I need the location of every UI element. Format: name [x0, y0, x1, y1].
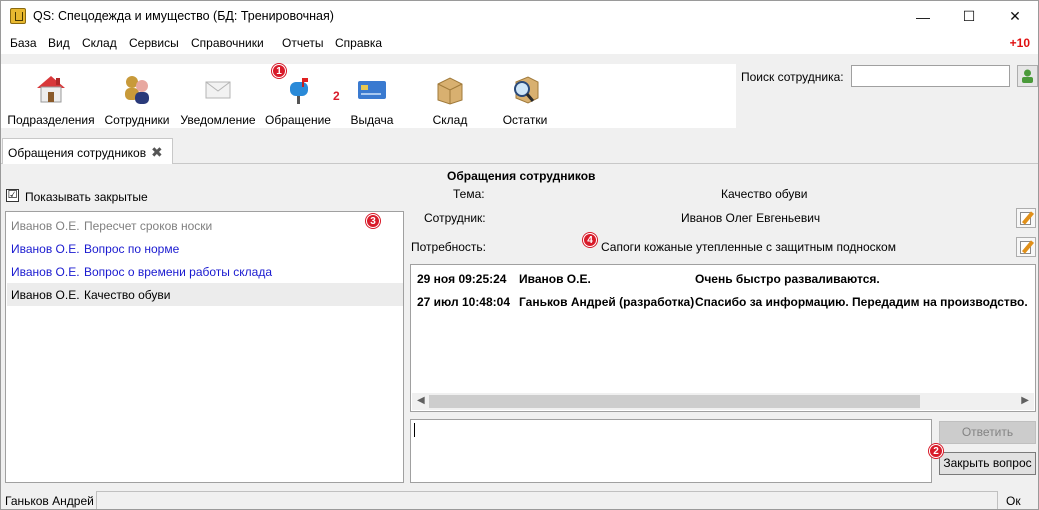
maximize-button[interactable]: ☐ — [946, 1, 992, 32]
employee-search-button[interactable] — [1017, 65, 1038, 87]
edit-employee-button[interactable] — [1016, 208, 1036, 228]
status-message-field — [96, 491, 998, 509]
menu-bar: База Вид Склад Сервисы Справочники Отчет… — [1, 32, 1038, 54]
list-item[interactable]: Иванов О.Е. Вопрос о времени работы скла… — [7, 260, 403, 283]
menu-warehouse[interactable]: Склад — [82, 36, 117, 50]
request-subject: Пересчет сроков носки — [84, 219, 213, 233]
message-author: Ганьков Андрей (разработка) — [519, 295, 695, 309]
show-closed-label: Показывать закрытые — [25, 190, 148, 204]
box-icon — [433, 72, 467, 106]
employee-search-label: Поиск сотрудника: — [741, 70, 844, 84]
title-bar: QS: Спецодежда и имущество (БД: Трениров… — [1, 1, 1038, 32]
employee-label: Сотрудник: — [424, 211, 486, 225]
home-icon — [34, 72, 68, 106]
toolbar-label: Склад — [432, 113, 468, 127]
reply-textarea[interactable] — [410, 419, 932, 483]
messages-list: 29 ноя 09:25:24 Иванов О.Е. Очень быстро… — [410, 264, 1036, 412]
menu-directories[interactable]: Справочники — [191, 36, 264, 50]
menu-view[interactable]: Вид — [48, 36, 70, 50]
topic-value: Качество обуви — [721, 187, 808, 201]
edit-need-button[interactable] — [1016, 237, 1036, 257]
need-value: Сапоги кожаные утепленные с защитным под… — [601, 240, 896, 254]
menu-reports[interactable]: Отчеты — [282, 36, 323, 50]
main-toolbar: Подразделения Сотрудники Уведомление 2 О… — [1, 64, 736, 128]
marker-4: 4 — [583, 233, 597, 247]
users-icon — [120, 72, 154, 106]
scroll-right-icon[interactable]: ▶ — [1021, 395, 1029, 406]
toolbar-label: Подразделения — [7, 113, 95, 127]
toolbar-stock-button[interactable]: Остатки — [493, 64, 557, 128]
request-author: Иванов О.Е. — [11, 242, 80, 256]
toolbar-label: Сотрудники — [104, 113, 170, 127]
status-state: Ок — [1006, 494, 1021, 508]
menu-help[interactable]: Справка — [335, 36, 382, 50]
toolbar-warehouse-button[interactable]: Склад — [419, 64, 481, 128]
request-subject: Вопрос по норме — [84, 242, 180, 256]
card-icon — [355, 72, 389, 106]
toolbar-issue-button[interactable]: Выдача — [341, 64, 403, 128]
scroll-left-icon[interactable]: ◀ — [417, 395, 425, 406]
toolbar-label: Остатки — [502, 113, 548, 127]
marker-2: 2 — [929, 444, 943, 458]
toolbar-label: Обращение — [265, 113, 331, 127]
request-subject: Вопрос о времени работы склада — [84, 265, 272, 279]
employee-value: Иванов Олег Евгеньевич — [681, 211, 821, 225]
menu-services[interactable]: Сервисы — [129, 36, 179, 50]
reply-button[interactable]: Ответить — [939, 421, 1036, 444]
list-item[interactable]: Иванов О.Е. Пересчет сроков носки — [7, 214, 403, 237]
toolbar-departments-button[interactable]: Подразделения — [6, 64, 96, 128]
toolbar-label: Выдача — [350, 113, 394, 127]
close-question-button[interactable]: Закрыть вопрос — [939, 452, 1036, 475]
search-box-icon — [508, 72, 542, 106]
menu-baza[interactable]: База — [10, 36, 37, 50]
message-text: Очень быстро разваливаются. — [695, 272, 880, 286]
mailbox-icon: 2 — [281, 72, 340, 106]
marker-3: 3 — [366, 214, 380, 228]
tab-label: Обращения сотрудников — [8, 146, 147, 160]
toolbar-employees-button[interactable]: Сотрудники — [101, 64, 173, 128]
list-item[interactable]: Иванов О.Е. Вопрос по норме — [7, 237, 403, 260]
toolbar-notification-button[interactable]: Уведомление — [177, 64, 259, 128]
request-author: Иванов О.Е. — [11, 265, 80, 279]
close-tab-icon[interactable]: ✖ — [151, 144, 163, 161]
request-subject: Качество обуви — [84, 288, 171, 302]
tab-employee-requests[interactable]: Обращения сотрудников ✖ — [2, 138, 173, 164]
request-author: Иванов О.Е. — [11, 288, 80, 302]
marker-1: 1 — [272, 64, 286, 78]
list-item-selected[interactable]: Иванов О.Е. Качество обуви — [7, 283, 403, 306]
message-text: Спасибо за информацию. Передадим на прои… — [695, 295, 1028, 309]
toolbar-label: Уведомление — [180, 113, 256, 127]
scrollbar-thumb[interactable] — [429, 395, 920, 408]
status-current-user: Ганьков Андрей — [5, 494, 94, 508]
request-badge: 2 — [333, 89, 340, 103]
close-window-button[interactable]: ✕ — [992, 1, 1038, 32]
request-author: Иванов О.Е. — [11, 219, 80, 233]
messages-horizontal-scrollbar[interactable]: ◀ ▶ — [412, 393, 1034, 410]
show-closed-checkbox[interactable]: ☑ — [6, 189, 19, 202]
app-window: QS: Спецодежда и имущество (БД: Трениров… — [0, 0, 1039, 510]
employee-search-input[interactable] — [851, 65, 1010, 87]
detail-heading: Обращения сотрудников — [447, 169, 596, 183]
topic-label: Тема: — [453, 187, 485, 201]
envelope-icon — [201, 72, 235, 106]
user-search-icon — [1022, 69, 1033, 83]
message-time: 27 июл 10:48:04 — [417, 295, 510, 309]
need-label: Потребность: — [411, 240, 486, 254]
window-title: QS: Спецодежда и имущество (БД: Трениров… — [33, 9, 334, 23]
requests-list: Иванов О.Е. Пересчет сроков носки Иванов… — [5, 211, 404, 483]
message-time: 29 ноя 09:25:24 — [417, 272, 507, 286]
notification-count[interactable]: +10 — [1010, 36, 1030, 50]
text-caret — [414, 423, 415, 437]
minimize-button[interactable]: — — [900, 1, 946, 32]
app-logo-icon — [10, 8, 26, 24]
message-author: Иванов О.Е. — [519, 272, 591, 286]
